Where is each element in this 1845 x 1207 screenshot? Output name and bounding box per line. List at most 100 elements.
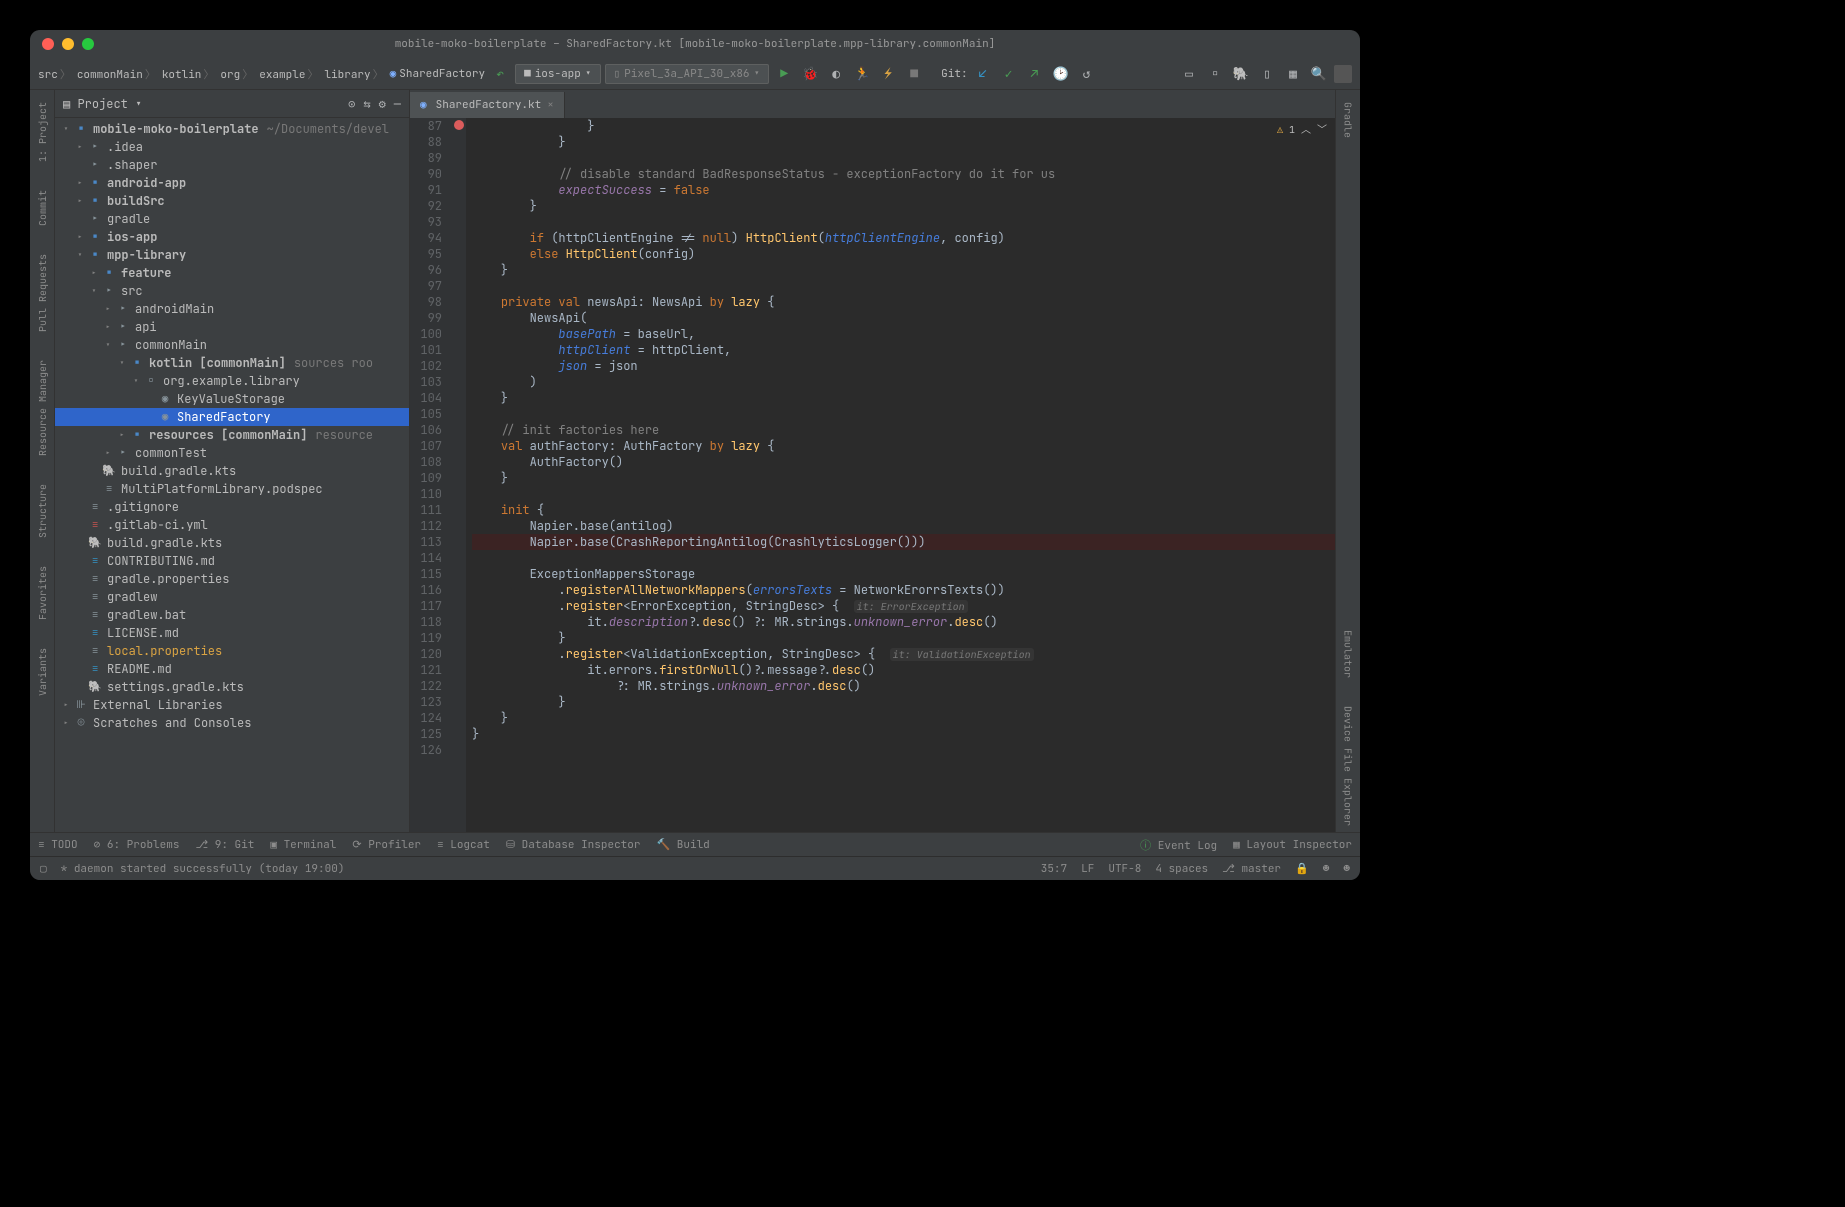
tool-project[interactable]: 1: Project bbox=[36, 96, 49, 168]
caret-position[interactable]: 35:7 bbox=[1041, 862, 1067, 876]
avd-icon[interactable]: ▭ bbox=[1178, 63, 1200, 85]
tree-item[interactable]: ▸ ⊪ External Libraries bbox=[55, 696, 409, 714]
tool-variants[interactable]: Variants bbox=[36, 642, 49, 702]
tree-item[interactable]: ≡ gradlew.bat bbox=[55, 606, 409, 624]
sdk-icon[interactable]: ▫ bbox=[1204, 63, 1226, 85]
tree-item[interactable]: ▸ ◎ Scratches and Consoles bbox=[55, 714, 409, 732]
tree-item[interactable]: ≡ README.md bbox=[55, 660, 409, 678]
tree-item[interactable]: ▾ ▸ src bbox=[55, 282, 409, 300]
minimize-window[interactable] bbox=[62, 38, 74, 50]
tree-item[interactable]: ≡ gradle.properties bbox=[55, 570, 409, 588]
settings-icon[interactable]: ⚙ bbox=[379, 96, 386, 112]
tool-emulator[interactable]: Emulator bbox=[1342, 624, 1355, 684]
hide-icon[interactable]: — bbox=[394, 96, 401, 112]
breadcrumb-current[interactable]: ◉SharedFactory bbox=[390, 67, 485, 81]
tool-pull-requests[interactable]: Pull Requests bbox=[36, 248, 49, 338]
lock-icon[interactable]: 🔒 bbox=[1295, 862, 1309, 876]
tool-terminal[interactable]: ▣ Terminal bbox=[270, 838, 336, 852]
tree-item[interactable]: ▸ ▪ android-app bbox=[55, 174, 409, 192]
tree-item[interactable]: ▸ .shaper bbox=[55, 156, 409, 174]
tool-build[interactable]: 🔨 Build bbox=[656, 838, 709, 852]
tree-item[interactable]: ≡ CONTRIBUTING.md bbox=[55, 552, 409, 570]
tree-item[interactable]: ▸ ▸ .idea bbox=[55, 138, 409, 156]
tool-database[interactable]: ⛁ Database Inspector bbox=[506, 838, 641, 852]
tree-item[interactable]: ≡ LICENSE.md bbox=[55, 624, 409, 642]
run-icon[interactable]: ▶ bbox=[773, 63, 795, 85]
tool-favorites[interactable]: Favorites bbox=[36, 560, 49, 626]
tool-device-explorer[interactable]: Device File Explorer bbox=[1342, 700, 1355, 832]
tree-item[interactable]: ≡ gradlew bbox=[55, 588, 409, 606]
inspector-icon[interactable]: ☻ bbox=[1323, 862, 1330, 876]
code-editor[interactable]: ⚠1 ︿ ﹀ 878889909192939495969798991001011… bbox=[410, 118, 1335, 832]
tree-item[interactable]: ▸ ▸ api bbox=[55, 318, 409, 336]
breadcrumb[interactable]: src bbox=[38, 66, 73, 82]
project-tree[interactable]: ▾ ▪ mobile-moko-boilerplate~/Documents/d… bbox=[55, 118, 409, 832]
editor-tab[interactable]: ◉ SharedFactory.kt × bbox=[410, 92, 565, 118]
tree-item[interactable]: ≡ MultiPlatformLibrary.podspec bbox=[55, 480, 409, 498]
tree-item[interactable]: ▸ ▪ feature bbox=[55, 264, 409, 282]
stop-icon[interactable]: ■ bbox=[903, 63, 925, 85]
tree-item[interactable]: ▸ ▪ resources [commonMain]resource bbox=[55, 426, 409, 444]
device-selector[interactable]: ▯ Pixel_3a_API_30_x86 ▾ bbox=[605, 64, 770, 84]
search-icon[interactable]: 🔍 bbox=[1308, 63, 1330, 85]
tool-git[interactable]: ⎇ 9: Git bbox=[195, 838, 254, 852]
tree-item[interactable]: ▸ gradle bbox=[55, 210, 409, 228]
tool-problems[interactable]: ⊘ 6: Problems bbox=[94, 838, 180, 852]
tool-window-icon[interactable]: ▢ bbox=[40, 862, 47, 876]
tree-item[interactable]: ▸ ▸ androidMain bbox=[55, 300, 409, 318]
tree-item[interactable]: ▸ ▪ buildSrc bbox=[55, 192, 409, 210]
tree-item[interactable]: ▾ ▪ kotlin [commonMain]sources roo bbox=[55, 354, 409, 372]
rollback-icon[interactable]: ↺ bbox=[1076, 63, 1098, 85]
commit-icon[interactable]: ✓ bbox=[998, 63, 1020, 85]
profile-icon[interactable]: 🏃 bbox=[851, 63, 873, 85]
tool-layout-inspector[interactable]: ▦ Layout Inspector bbox=[1233, 838, 1352, 852]
debug-icon[interactable]: 🐞 bbox=[799, 63, 821, 85]
breadcrumb[interactable]: library bbox=[324, 66, 385, 82]
tree-item[interactable]: ▾ ▪ mobile-moko-boilerplate~/Documents/d… bbox=[55, 120, 409, 138]
tree-item[interactable]: ▸ ▪ ios-app bbox=[55, 228, 409, 246]
breakpoint-icon[interactable] bbox=[454, 120, 464, 130]
push-icon[interactable]: ↗ bbox=[1024, 63, 1046, 85]
coverage-icon[interactable]: ◐ bbox=[825, 63, 847, 85]
memory-icon[interactable]: ☻ bbox=[1343, 862, 1350, 876]
tool-logcat[interactable]: ≡ Logcat bbox=[437, 838, 490, 852]
attach-icon[interactable]: ⚡ bbox=[877, 63, 899, 85]
tool-resource-manager[interactable]: Resource Manager bbox=[36, 354, 49, 462]
tool-event-log[interactable]: ⓘ Event Log bbox=[1140, 837, 1217, 853]
close-icon[interactable]: × bbox=[547, 98, 554, 112]
avatar-icon[interactable] bbox=[1334, 65, 1352, 83]
tree-item[interactable]: ◉ KeyValueStorage bbox=[55, 390, 409, 408]
tree-item[interactable]: ≡ .gitignore bbox=[55, 498, 409, 516]
tree-item[interactable]: 🐘 build.gradle.kts bbox=[55, 534, 409, 552]
tree-item[interactable]: ▾ ▫ org.example.library bbox=[55, 372, 409, 390]
close-window[interactable] bbox=[42, 38, 54, 50]
run-config-selector[interactable]: ■ ios-app ▾ bbox=[515, 64, 600, 84]
tree-item[interactable]: 🐘 build.gradle.kts bbox=[55, 462, 409, 480]
device-icon[interactable]: ▯ bbox=[1256, 63, 1278, 85]
tool-gradle[interactable]: Gradle bbox=[1342, 96, 1355, 144]
tool-commit[interactable]: Commit bbox=[36, 184, 49, 232]
line-separator[interactable]: LF bbox=[1081, 862, 1094, 876]
file-encoding[interactable]: UTF-8 bbox=[1108, 862, 1141, 876]
structure-icon[interactable]: ▦ bbox=[1282, 63, 1304, 85]
nav-back-icon[interactable]: ↶ bbox=[489, 63, 511, 85]
tool-profiler[interactable]: ⟳ Profiler bbox=[352, 838, 421, 852]
tree-item[interactable]: 🐘 settings.gradle.kts bbox=[55, 678, 409, 696]
breadcrumb[interactable]: example bbox=[259, 66, 320, 82]
breadcrumb[interactable]: kotlin bbox=[162, 66, 217, 82]
indent-setting[interactable]: 4 spaces bbox=[1155, 862, 1208, 876]
history-icon[interactable]: 🕑 bbox=[1050, 63, 1072, 85]
tree-item[interactable]: ▸ ▸ commonTest bbox=[55, 444, 409, 462]
tool-structure[interactable]: Structure bbox=[36, 478, 49, 544]
tree-item[interactable]: ≡ local.properties bbox=[55, 642, 409, 660]
breadcrumb[interactable]: commonMain bbox=[77, 66, 158, 82]
code-content[interactable]: } } // disable standard BadResponseStatu… bbox=[466, 118, 1335, 832]
tree-item[interactable]: ▾ ▪ mpp-library bbox=[55, 246, 409, 264]
fold-gutter[interactable] bbox=[452, 118, 466, 832]
tree-item[interactable]: ≡ .gitlab-ci.yml bbox=[55, 516, 409, 534]
locate-icon[interactable]: ⊙ bbox=[348, 96, 355, 112]
expand-icon[interactable]: ⇆ bbox=[363, 96, 370, 112]
tree-item[interactable]: ◉ SharedFactory bbox=[55, 408, 409, 426]
maximize-window[interactable] bbox=[82, 38, 94, 50]
project-view-selector[interactable]: ▤ Project ▾ bbox=[63, 96, 142, 112]
